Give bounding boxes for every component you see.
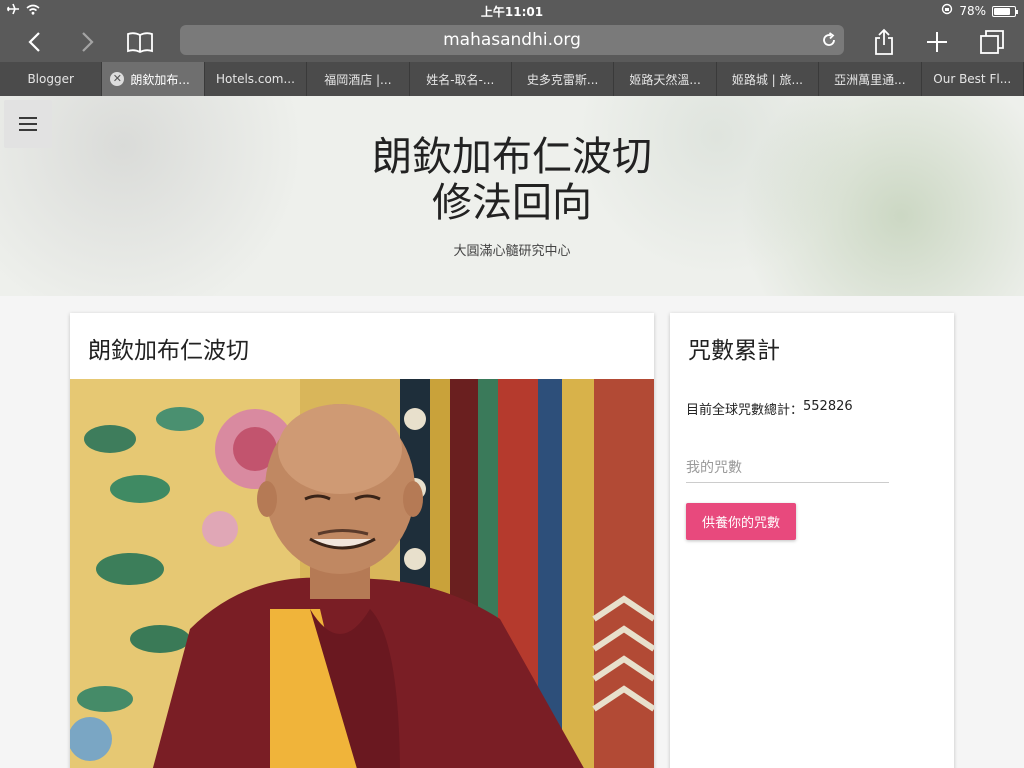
mantra-card-body: 目前全球咒數總計： 552826 供養你的咒數 [670,399,954,540]
tab-label: Our Best Fl... [933,72,1012,86]
tab-active[interactable]: ✕ 朗欽加布... [102,62,205,96]
page-title: 朗欽加布仁波切 修法回向 [0,134,1024,226]
global-total-label: 目前全球咒數總計： [686,403,804,418]
hamburger-icon [19,117,37,131]
tab-label: Hotels.com... [216,72,295,86]
mantra-card-title: 咒數累計 [688,338,780,364]
rinpoche-card-title: 朗欽加布仁波切 [88,338,249,364]
photo-of-rinpoche [70,379,654,768]
title-line-2: 修法回向 [432,180,592,226]
offer-mantra-count-button[interactable]: 供養你的咒數 [686,503,797,540]
rotation-lock-icon [941,3,953,18]
new-tab-icon[interactable] [921,26,953,58]
battery-text: 78% [959,3,986,18]
tab-label: 朗欽加布... [130,72,190,87]
battery-icon [992,5,1018,17]
close-tab-icon[interactable]: ✕ [110,72,125,86]
address-bar[interactable]: mahasandhi.org [180,25,844,55]
tab-himeji-castle[interactable]: 姬路城 | 旅... [717,62,820,96]
forward-icon[interactable] [72,26,104,58]
tab-stockholm[interactable]: 史多克雷斯... [512,62,615,96]
tab-label: Blogger [27,72,74,86]
tab-hotels[interactable]: Hotels.com... [205,62,308,96]
title-line-1: 朗欽加布仁波切 [372,134,652,180]
tab-bar: Blogger ✕ 朗欽加布... Hotels.com... 福岡酒店 |..… [0,62,1024,96]
url-text: mahasandhi.org [443,30,581,50]
tab-label: 亞洲萬里通... [834,72,906,87]
tab-label: 姬路城 | 旅... [731,72,803,87]
tab-naming[interactable]: 姓名-取名-... [410,62,512,96]
global-total-value: 552826 [803,399,853,414]
rinpoche-card: 朗欽加布仁波切 [70,313,654,768]
reload-icon[interactable] [820,31,838,49]
tab-label: 姬路天然溫... [629,72,701,87]
page-subtitle: 大圓滿心髓研究中心 [453,244,571,259]
tab-label: 史多克雷斯... [526,72,599,87]
tab-himeji-onsen[interactable]: 姬路天然溫... [614,62,717,96]
browser-toolbar: mahasandhi.org [0,22,1024,62]
mantra-count-card: 咒數累計 目前全球咒數總計： 552826 供養你的咒數 [670,313,954,768]
tab-fukuoka-hotel[interactable]: 福岡酒店 |... [307,62,410,96]
status-time: 上午11:01 [480,5,544,19]
bookmarks-icon[interactable] [124,26,156,58]
share-icon[interactable] [868,26,900,58]
global-total: 目前全球咒數總計： 552826 [686,399,938,418]
my-mantra-count-input[interactable] [686,454,889,483]
tab-asia-miles[interactable]: 亞洲萬里通... [819,62,922,96]
status-bar: 上午11:01 78% [0,0,1024,22]
hero-banner: 朗欽加布仁波切 修法回向 大圓滿心髓研究中心 [0,96,1024,296]
web-page: 朗欽加布仁波切 修法回向 大圓滿心髓研究中心 朗欽加布仁波切 咒數累計 目前全球… [0,96,1024,768]
tab-label: 姓名-取名-... [426,72,495,87]
tabs-overview-icon[interactable] [976,26,1008,58]
back-icon[interactable] [18,26,50,58]
battery-level [994,7,1010,15]
status-right: 78% [941,3,1018,18]
tab-blogger[interactable]: Blogger [0,62,103,96]
tab-label: 福岡酒店 |... [324,72,392,87]
tab-our-best[interactable]: Our Best Fl... [922,62,1024,96]
